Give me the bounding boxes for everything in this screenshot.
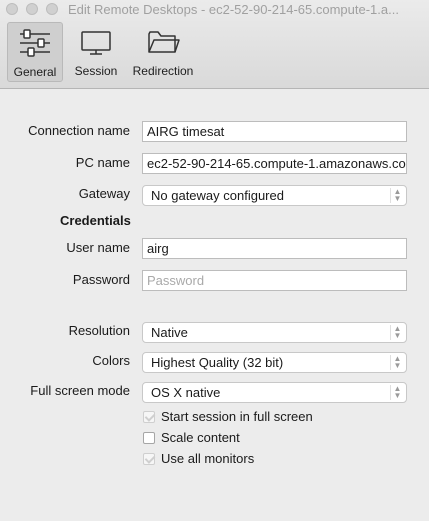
resolution-label: Resolution (68, 323, 130, 338)
gateway-label: Gateway (78, 186, 130, 201)
checkbox-box[interactable] (143, 452, 155, 465)
full-screen-mode-label: Full screen mode (30, 383, 130, 398)
tab-general-label: General (13, 65, 57, 79)
zoom-window-button[interactable] (46, 3, 58, 15)
checkbox-label: Scale content (161, 430, 240, 445)
window-controls (6, 3, 58, 15)
gateway-value: No gateway configured (151, 188, 284, 203)
pc-name-field[interactable]: ec2-52-90-214-65.compute-1.amazonaws.com (142, 153, 407, 174)
toolbar: Edit Remote Desktops - ec2-52-90-214-65.… (0, 0, 429, 89)
folder-icon (128, 26, 198, 58)
checkbox-label: Start session in full screen (161, 409, 313, 424)
start-full-screen-checkbox[interactable]: Start session in full screen (143, 409, 313, 424)
sliders-icon (8, 27, 62, 59)
user-name-label: User name (66, 240, 130, 255)
resolution-popup[interactable]: Native ▲ ▼ (142, 322, 407, 343)
colors-popup[interactable]: Highest Quality (32 bit) ▲ ▼ (142, 352, 407, 373)
user-name-field[interactable]: airg (142, 238, 407, 259)
checkbox-label: Use all monitors (161, 451, 255, 466)
close-window-button[interactable] (6, 3, 18, 15)
gateway-popup[interactable]: No gateway configured ▲ ▼ (142, 185, 407, 206)
window-title: Edit Remote Desktops - ec2-52-90-214-65.… (68, 2, 399, 17)
checkbox-box[interactable] (143, 410, 155, 423)
full-screen-mode-value: OS X native (151, 385, 221, 400)
connection-name-label: Connection name (28, 123, 130, 138)
connection-name-field[interactable]: AIRG timesat (142, 121, 407, 142)
colors-label: Colors (92, 353, 130, 368)
full-screen-mode-popup[interactable]: OS X native ▲ ▼ (142, 382, 407, 403)
tab-session-label: Session (74, 64, 118, 78)
colors-value: Highest Quality (32 bit) (151, 355, 284, 370)
password-field[interactable]: Password (142, 270, 407, 291)
tab-redirection[interactable]: Redirection (128, 22, 198, 82)
password-label: Password (72, 272, 130, 287)
use-all-monitors-checkbox[interactable]: Use all monitors (143, 451, 254, 466)
pc-name-label: PC name (75, 155, 130, 170)
edit-remote-desktops-window: Edit Remote Desktops - ec2-52-90-214-65.… (0, 0, 429, 521)
monitor-icon (68, 26, 124, 58)
tab-session[interactable]: Session (68, 22, 124, 82)
resolution-value: Native (151, 325, 188, 340)
checkbox-box[interactable] (143, 431, 155, 444)
chevron-updown-icon: ▲ ▼ (390, 188, 404, 203)
tab-redirection-label: Redirection (132, 64, 194, 78)
scale-content-checkbox[interactable]: Scale content (143, 430, 240, 445)
minimize-window-button[interactable] (26, 3, 38, 15)
credentials-heading: Credentials (60, 213, 131, 228)
chevron-updown-icon: ▲ ▼ (390, 325, 404, 340)
chevron-updown-icon: ▲ ▼ (390, 355, 404, 370)
tab-general[interactable]: General (7, 22, 63, 82)
chevron-updown-icon: ▲ ▼ (390, 385, 404, 400)
